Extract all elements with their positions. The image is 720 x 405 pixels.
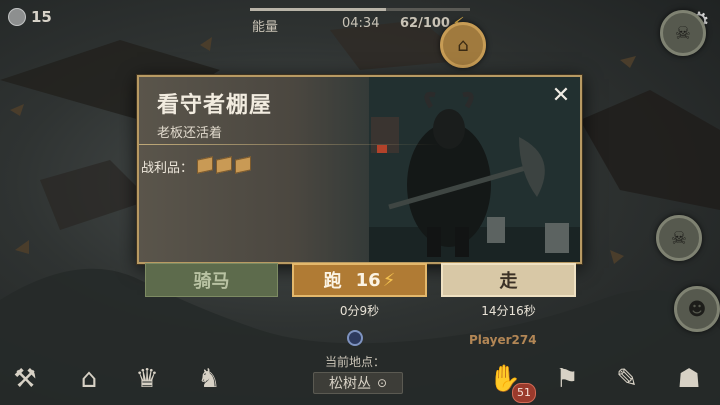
moon-icon bbox=[347, 330, 363, 346]
character-icon[interactable]: ☗ bbox=[670, 360, 708, 398]
coin-icon bbox=[8, 8, 26, 26]
location-dialog: 看守者棚屋 老板还活着 战利品： ✕ bbox=[137, 75, 582, 264]
energy-bolt-icon: ⚡ bbox=[382, 269, 396, 291]
boss-portrait bbox=[369, 77, 580, 262]
crafting-icon[interactable]: ⚒ bbox=[6, 360, 44, 398]
loot-row: 战利品： bbox=[141, 155, 254, 176]
current-location[interactable]: 松树丛 ⊙ bbox=[313, 372, 403, 394]
map-pin-danger-right[interactable]: ☠ bbox=[656, 215, 702, 261]
build-house-icon[interactable]: ⌂ bbox=[70, 360, 108, 398]
walk-time: 14分16秒 bbox=[481, 304, 536, 318]
player-name: Player274 bbox=[469, 333, 537, 347]
coin-count: 15 bbox=[31, 8, 52, 26]
location-subtitle: 老板还活着 bbox=[157, 126, 223, 141]
loot-crate-icon bbox=[235, 155, 252, 174]
quest-scroll-icon[interactable]: ✎ bbox=[608, 360, 646, 398]
energy-bar bbox=[250, 8, 470, 11]
map-pin-npc[interactable]: ☻ bbox=[674, 286, 720, 332]
run-time: 0分9秒 bbox=[339, 304, 380, 318]
ride-label: 骑马 bbox=[193, 271, 230, 292]
run-button[interactable]: 跑 16 ⚡ bbox=[292, 263, 427, 297]
horse-icon[interactable]: ♞ bbox=[190, 360, 228, 398]
current-location-label: 当前地点： bbox=[325, 355, 386, 369]
coin-counter: 15 bbox=[8, 8, 52, 26]
location-title: 看守者棚屋 bbox=[157, 93, 273, 118]
walk-button[interactable]: 走 bbox=[441, 263, 576, 297]
skull-icon: ☠ bbox=[670, 227, 688, 249]
skull-icon: ☠ bbox=[674, 22, 692, 44]
loot-label: 战利品： bbox=[141, 161, 194, 176]
loot-crate-icon bbox=[216, 155, 233, 174]
ride-button[interactable]: 骑马 bbox=[145, 263, 278, 297]
backpack-count-badge: 51 bbox=[512, 383, 536, 403]
crown-icon[interactable]: ♛ bbox=[128, 360, 166, 398]
timer: 04:34 bbox=[342, 16, 380, 31]
energy-value: 62/100 bbox=[400, 16, 450, 31]
energy-label: 能量 bbox=[252, 20, 279, 35]
person-icon: ☻ bbox=[687, 298, 707, 320]
close-icon[interactable]: ✕ bbox=[550, 85, 572, 107]
energy-bar-fill bbox=[250, 8, 387, 11]
run-label: 跑 bbox=[323, 271, 342, 292]
run-cost: 16 bbox=[355, 269, 381, 291]
map-pin-shelter[interactable]: ⌂ bbox=[440, 22, 486, 68]
walk-label: 走 bbox=[499, 271, 518, 292]
map-pin-danger-top[interactable]: ☠ bbox=[660, 10, 706, 56]
locate-icon: ⊙ bbox=[376, 376, 388, 390]
house-icon: ⌂ bbox=[457, 34, 469, 56]
dialog-divider bbox=[139, 144, 439, 145]
map-icon[interactable]: ⚑ bbox=[548, 360, 586, 398]
loot-crates bbox=[197, 155, 254, 176]
current-location-name: 松树丛 bbox=[328, 376, 371, 392]
loot-crate-icon bbox=[197, 155, 214, 174]
